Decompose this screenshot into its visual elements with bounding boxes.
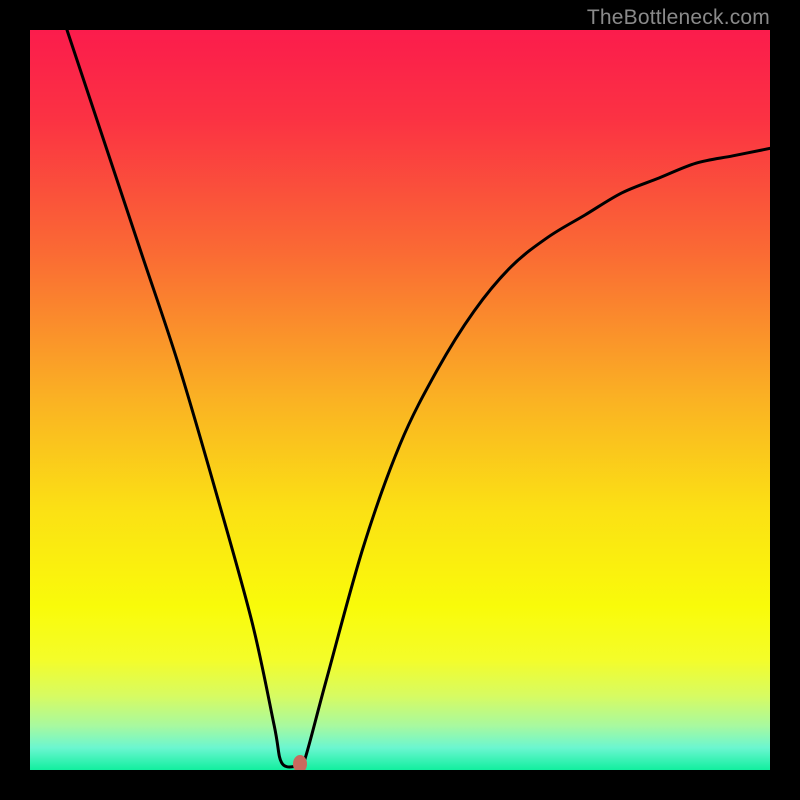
chart-frame: TheBottleneck.com bbox=[0, 0, 800, 800]
bottleneck-curve bbox=[30, 30, 770, 770]
optimal-point-marker bbox=[293, 755, 307, 770]
watermark-text: TheBottleneck.com bbox=[587, 6, 770, 30]
plot-area bbox=[30, 30, 770, 770]
